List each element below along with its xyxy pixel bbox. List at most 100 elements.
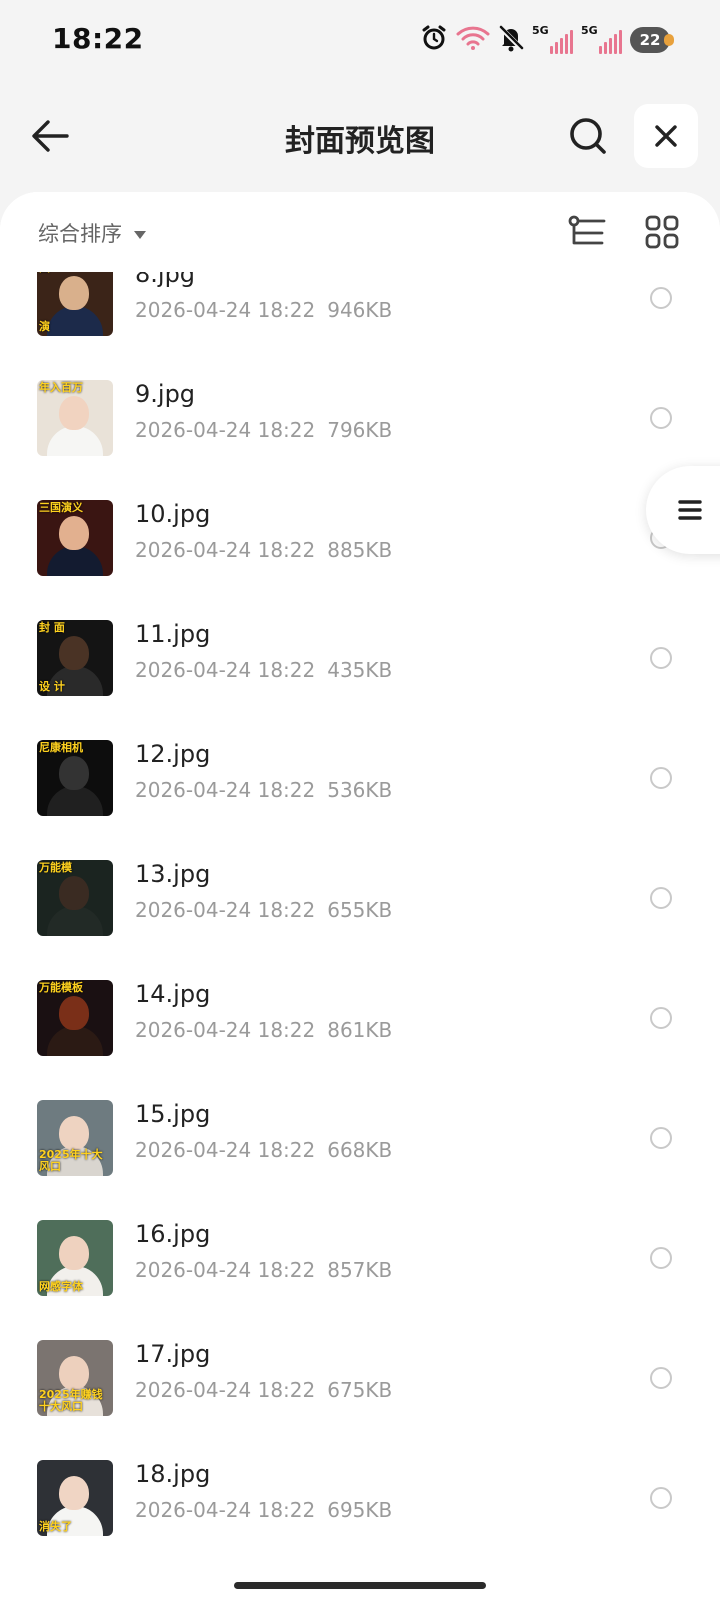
file-row[interactable]: 2025年十大风口 15.jpg 2026-04-24 18:22 668KB [0,1078,720,1198]
file-date: 2026-04-24 18:22 [135,1378,316,1402]
file-size: 861KB [327,1018,393,1042]
file-date: 2026-04-24 18:22 [135,538,316,562]
thumbnail-caption: 网感字体 [39,1279,83,1293]
thumbnail-image: 万能模板 [37,980,113,1056]
search-icon [570,118,606,154]
thumbnail-caption: 万能模板 [39,981,83,994]
file-size: 946KB [327,298,393,322]
thumbnail-image: 网感字体 [37,1220,113,1296]
home-indicator[interactable] [234,1582,486,1589]
grid-view-icon [645,215,679,249]
page-title: 封面预览图 [285,124,435,159]
file-row[interactable]: 万能模 13.jpg 2026-04-24 18:22 655KB [0,838,720,958]
file-row[interactable]: 消失了 18.jpg 2026-04-24 18:22 695KB [0,1438,720,1558]
file-name: 9.jpg [135,380,196,408]
file-meta: 2026-04-24 18:22 857KB [135,1258,392,1282]
file-name: 10.jpg [135,500,211,528]
thumbnail-caption: 尼康相机 [39,741,83,754]
file-size: 435KB [327,658,393,682]
thumbnail-caption: 设 计 [39,679,65,693]
file-row[interactable]: 万能模板 14.jpg 2026-04-24 18:22 861KB [0,958,720,1078]
sort-bar: 综合排序 [0,192,720,272]
select-radio[interactable] [650,1127,672,1149]
select-radio[interactable] [650,767,672,789]
thumbnail-caption: 万能模 [39,861,72,874]
file-row[interactable]: 三国演义 10.jpg 2026-04-24 18:22 885KB [0,478,720,598]
status-bar: 18:22 5G 5G 22 [0,0,720,80]
select-radio[interactable] [650,1007,672,1029]
file-meta: 2026-04-24 18:22 695KB [135,1498,392,1522]
file-meta: 2026-04-24 18:22 675KB [135,1378,392,1402]
file-size: 857KB [327,1258,393,1282]
file-name: 11.jpg [135,620,211,648]
thumbnail-caption: 消失了 [39,1519,72,1533]
file-name: 17.jpg [135,1340,211,1368]
status-time: 18:22 [52,22,144,55]
battery-icon: 22 [630,27,674,53]
tree-view-icon [568,215,606,245]
select-radio[interactable] [650,647,672,669]
signal-label: 5G [532,24,549,37]
bell-off-icon [498,24,524,56]
file-row[interactable]: 尼康相机 12.jpg 2026-04-24 18:22 536KB [0,718,720,838]
file-size: 536KB [327,778,393,802]
file-date: 2026-04-24 18:22 [135,1138,316,1162]
sort-dropdown[interactable]: 综合排序 [38,218,146,248]
thumbnail-caption: 2025年十大风口 [39,1147,103,1173]
close-button[interactable] [634,104,698,168]
select-radio[interactable] [650,887,672,909]
file-date: 2026-04-24 18:22 [135,778,316,802]
select-radio[interactable] [650,407,672,429]
file-name: 15.jpg [135,1100,211,1128]
select-radio[interactable] [650,1247,672,1269]
file-size: 695KB [327,1498,393,1522]
file-date: 2026-04-24 18:22 [135,1018,316,1042]
thumbnail-image: 2025年赚钱十大风口 [37,1340,113,1416]
thumbnail-caption: 封 面 [39,621,65,634]
select-radio[interactable] [650,1367,672,1389]
select-radio[interactable] [650,287,672,309]
file-size: 796KB [327,418,393,442]
status-icons: 5G 5G 22 [420,24,674,56]
file-date: 2026-04-24 18:22 [135,1498,316,1522]
file-meta: 2026-04-24 18:22 861KB [135,1018,392,1042]
thumbnail-image: 万能模 [37,860,113,936]
signal-label: 5G [581,24,598,37]
file-name: 14.jpg [135,980,211,1008]
file-size: 675KB [327,1378,393,1402]
thumbnail-image: 尼康相机 [37,740,113,816]
file-meta: 2026-04-24 18:22 885KB [135,538,392,562]
file-date: 2026-04-24 18:22 [135,298,316,322]
file-row[interactable]: 封 面设 计 11.jpg 2026-04-24 18:22 435KB [0,598,720,718]
file-row[interactable]: 2025年赚钱十大风口 17.jpg 2026-04-24 18:22 675KB [0,1318,720,1438]
file-size: 668KB [327,1138,393,1162]
thumbnail-caption: 演 [39,319,50,333]
sort-label: 综合排序 [38,222,122,246]
file-meta: 2026-04-24 18:22 946KB [135,298,392,322]
thumbnail-image: 封 面设 计 [37,620,113,696]
thumbnail-image: 2025年十大风口 [37,1100,113,1176]
wifi-icon [456,25,490,55]
select-radio[interactable] [650,1487,672,1509]
file-date: 2026-04-24 18:22 [135,898,316,922]
file-name: 12.jpg [135,740,211,768]
thumbnail-image: 消失了 [37,1460,113,1536]
file-row[interactable]: 年入百万 9.jpg 2026-04-24 18:22 796KB [0,358,720,478]
file-meta: 2026-04-24 18:22 655KB [135,898,392,922]
file-panel: 综合排序 国演8.jpg2026-04-24 18:22946KB年入百万9.j… [0,192,720,1600]
file-meta: 2026-04-24 18:22 796KB [135,418,392,442]
grid-view-button[interactable] [642,212,682,252]
file-row[interactable]: 网感字体 16.jpg 2026-04-24 18:22 857KB [0,1198,720,1318]
file-name: 16.jpg [135,1220,211,1248]
file-meta: 2026-04-24 18:22 668KB [135,1138,392,1162]
signal-icon: 5G [532,24,573,54]
tree-view-button[interactable] [566,212,610,252]
thumbnail-image: 年入百万 [37,380,113,456]
file-size: 885KB [327,538,393,562]
thumbnail-caption: 三国演义 [39,501,83,514]
file-name: 18.jpg [135,1460,211,1488]
file-name: 13.jpg [135,860,211,888]
alarm-icon [420,24,448,56]
thumbnail-image: 三国演义 [37,500,113,576]
search-button[interactable] [566,114,610,158]
